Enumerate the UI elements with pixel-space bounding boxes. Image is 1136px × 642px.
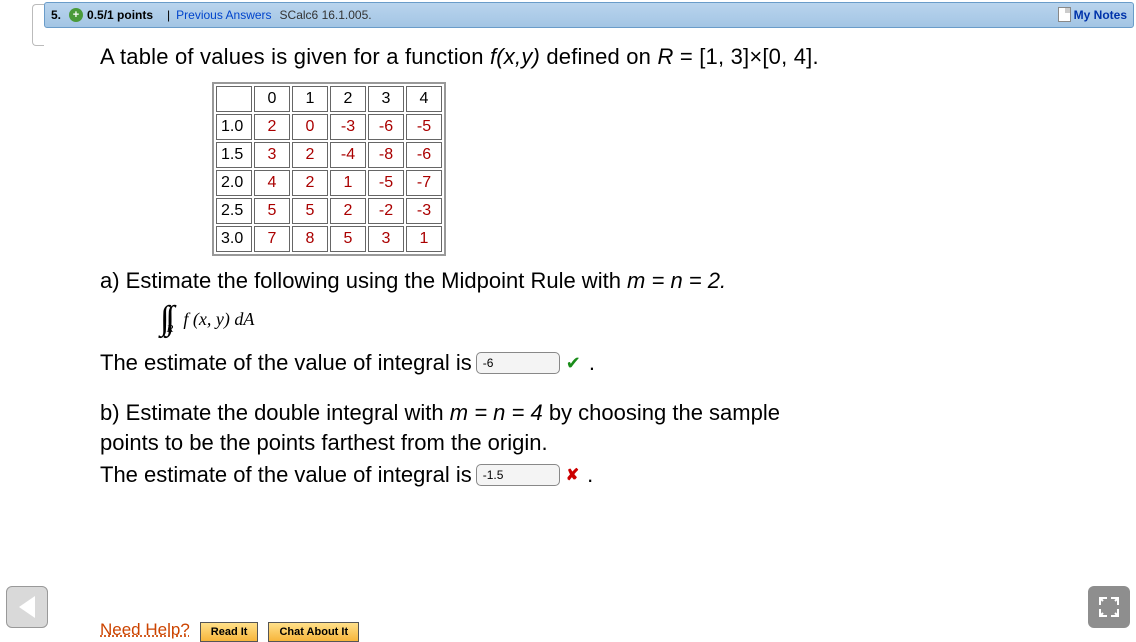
- col-header: 0: [254, 86, 290, 112]
- table-row: 1.0 2 0 -3 -6 -5: [216, 114, 442, 140]
- question-header: 5. + 0.5/1 points | Previous Answers SCa…: [44, 2, 1134, 28]
- previous-answers-link[interactable]: Previous Answers: [176, 8, 271, 22]
- table-cell: -3: [406, 198, 442, 224]
- period: .: [589, 350, 595, 376]
- part-b-text: b) Estimate the double integral with: [100, 400, 450, 425]
- integral-region: R: [167, 323, 174, 335]
- chat-about-it-button[interactable]: Chat About It: [268, 622, 359, 642]
- prompt-mid: defined on: [540, 44, 657, 69]
- part-b-answer-line: The estimate of the value of integral is…: [100, 462, 1116, 488]
- part-a-text: a) Estimate the following using the Midp…: [100, 268, 627, 293]
- table-cell: 4: [254, 170, 290, 196]
- table-cell: 1: [330, 170, 366, 196]
- part-b-mn: m = n = 4: [450, 400, 543, 425]
- row-header: 2.5: [216, 198, 252, 224]
- table-corner: [216, 86, 252, 112]
- table-cell: -7: [406, 170, 442, 196]
- part-b-line2: points to be the points farthest from th…: [100, 430, 548, 455]
- table-cell: 5: [254, 198, 290, 224]
- table-cell: 2: [292, 142, 328, 168]
- table-header-row: 0 1 2 3 4: [216, 86, 442, 112]
- my-notes-button[interactable]: My Notes: [1058, 7, 1127, 22]
- part-a-mn: m = n = 2.: [627, 268, 726, 293]
- row-header: 1.5: [216, 142, 252, 168]
- points-label: 0.5/1 points: [87, 8, 153, 22]
- question-number: 5.: [51, 8, 61, 22]
- nav-forward-button[interactable]: [1088, 586, 1130, 628]
- col-header: 2: [330, 86, 366, 112]
- table-cell: -2: [368, 198, 404, 224]
- table-cell: 2: [254, 114, 290, 140]
- table-cell: 7: [254, 226, 290, 252]
- check-icon: ✔: [566, 353, 581, 374]
- table-row: 3.0 7 8 5 3 1: [216, 226, 442, 252]
- table-cell: -8: [368, 142, 404, 168]
- table-cell: 2: [330, 198, 366, 224]
- row-header: 3.0: [216, 226, 252, 252]
- question-body: A table of values is given for a functio…: [0, 28, 1136, 488]
- row-header: 2.0: [216, 170, 252, 196]
- question-source: SCalc6 16.1.005.: [280, 8, 372, 22]
- expand-icon: [1098, 596, 1120, 618]
- prompt-func: f(x,y): [490, 44, 540, 69]
- part-a-answer-input[interactable]: [476, 352, 560, 374]
- table-cell: 0: [292, 114, 328, 140]
- table-cell: -5: [406, 114, 442, 140]
- row-header: 1.0: [216, 114, 252, 140]
- note-icon: [1058, 7, 1071, 22]
- prompt-domain: = [1, 3]×[0, 4].: [674, 44, 819, 69]
- period: .: [587, 462, 593, 488]
- table-row: 2.0 4 2 1 -5 -7: [216, 170, 442, 196]
- table-cell: 3: [368, 226, 404, 252]
- need-help-label: Need Help?: [100, 620, 190, 642]
- plus-icon[interactable]: +: [69, 8, 83, 22]
- table-cell: 1: [406, 226, 442, 252]
- col-header: 3: [368, 86, 404, 112]
- part-b-answer-input[interactable]: [476, 464, 560, 486]
- part-a-answer-line: The estimate of the value of integral is…: [100, 350, 1116, 376]
- panel-stub: [32, 4, 44, 46]
- table-cell: 5: [292, 198, 328, 224]
- table-cell: 3: [254, 142, 290, 168]
- table-cell: 2: [292, 170, 328, 196]
- table-cell: 8: [292, 226, 328, 252]
- table-cell: -3: [330, 114, 366, 140]
- part-b-prompt: b) Estimate the double integral with m =…: [100, 400, 1116, 426]
- part-a-answer-label: The estimate of the value of integral is: [100, 350, 472, 376]
- table-cell: -4: [330, 142, 366, 168]
- separator: |: [167, 8, 170, 22]
- part-b-answer-label: The estimate of the value of integral is: [100, 462, 472, 488]
- back-arrow-icon: [19, 596, 35, 618]
- read-it-button[interactable]: Read It: [200, 622, 259, 642]
- nav-back-button[interactable]: [6, 586, 48, 628]
- table-row: 2.5 5 5 2 -2 -3: [216, 198, 442, 224]
- prompt-r: R: [657, 44, 673, 69]
- table-cell: -6: [368, 114, 404, 140]
- col-header: 4: [406, 86, 442, 112]
- col-header: 1: [292, 86, 328, 112]
- part-b-text2: by choosing the sample: [543, 400, 780, 425]
- table-cell: -6: [406, 142, 442, 168]
- values-table: 0 1 2 3 4 1.0 2 0 -3 -6 -5 1.5 3 2 -4 -8…: [212, 82, 446, 256]
- need-help-row: Need Help? Read It Chat About It: [100, 620, 359, 642]
- question-prompt: A table of values is given for a functio…: [100, 44, 1116, 70]
- table-row: 1.5 3 2 -4 -8 -6: [216, 142, 442, 168]
- table-cell: -5: [368, 170, 404, 196]
- cross-icon: ✘: [566, 465, 579, 485]
- part-b-prompt-line2: points to be the points farthest from th…: [100, 430, 1116, 456]
- integral-expression: ∫ ∫ R f (x, y) dA: [160, 300, 1116, 338]
- table-cell: 5: [330, 226, 366, 252]
- my-notes-label: My Notes: [1074, 8, 1127, 22]
- prompt-text: A table of values is given for a functio…: [100, 44, 490, 69]
- part-a-prompt: a) Estimate the following using the Midp…: [100, 268, 1116, 294]
- integrand: f (x, y) dA: [183, 309, 254, 330]
